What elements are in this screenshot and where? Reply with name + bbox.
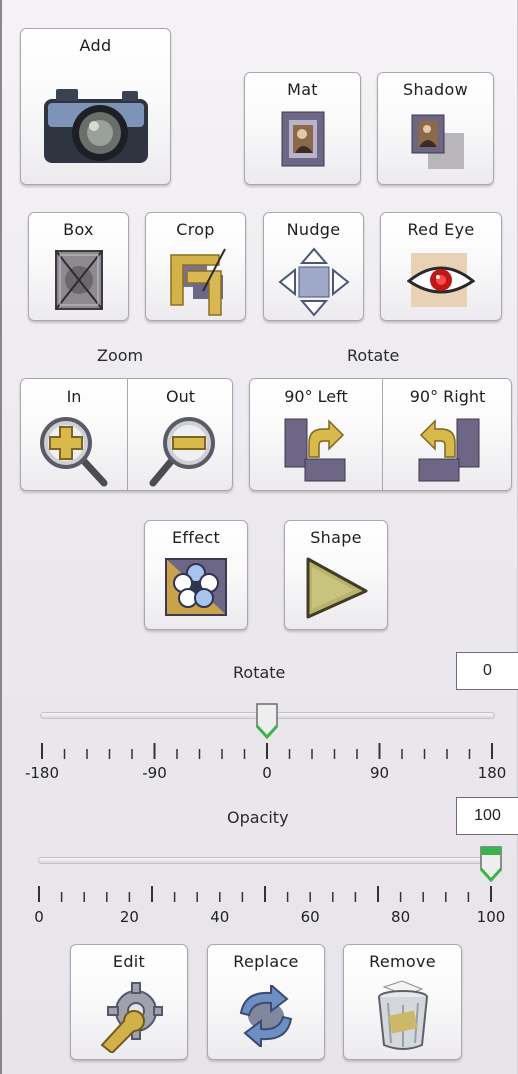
red-eye-icon — [407, 253, 475, 307]
box-frame-icon — [54, 250, 103, 310]
opacity-slider-track[interactable] — [38, 857, 498, 864]
rotate-left-label: 90° Left — [284, 387, 348, 406]
zoom-group-label: Zoom — [97, 346, 144, 365]
add-photo-button[interactable]: Add — [20, 28, 171, 185]
red-eye-button-label: Red Eye — [407, 220, 475, 239]
trash-bin-icon — [377, 980, 428, 1050]
rotate-slider-label: Rotate — [233, 663, 286, 682]
opacity_slider-tick-label: 40 — [210, 908, 230, 926]
zoom-out-button[interactable]: Out — [128, 379, 233, 490]
box-button[interactable]: Box — [28, 212, 129, 321]
triangle-shape-icon — [306, 557, 368, 619]
opacity-slider-label: Opacity — [227, 808, 289, 827]
zoom-out-icon — [149, 417, 215, 487]
crop-icon — [169, 248, 226, 316]
opacity_slider-tick-label: 20 — [119, 908, 139, 926]
shape-button-label: Shape — [310, 528, 362, 547]
mat-frame-icon — [281, 111, 324, 167]
editor-tool-panel: Add Mat Shadow Box Crop Nudge Red Eye Zo… — [0, 0, 518, 1074]
remove-button[interactable]: Remove — [343, 944, 462, 1060]
opacity_slider-tick-label: 0 — [34, 908, 44, 926]
rotate_slider-tick-label: 180 — [477, 764, 507, 782]
rotate_slider-tick-label: 0 — [262, 764, 272, 782]
opacity-slider-ticks — [38, 886, 492, 902]
nudge-button-label: Nudge — [286, 220, 341, 239]
nudge-arrows-icon — [277, 247, 350, 317]
nudge-button[interactable]: Nudge — [263, 212, 364, 321]
effect-button[interactable]: Effect — [144, 520, 248, 630]
mat-button[interactable]: Mat — [244, 72, 361, 185]
zoom-out-label: Out — [165, 387, 195, 406]
zoom-in-icon — [40, 417, 108, 487]
replace-cycle-icon — [239, 985, 293, 1047]
rotate-right-label: 90° Right — [409, 387, 486, 406]
opacity-value-input[interactable] — [456, 797, 518, 835]
rotate-slider-thumb[interactable] — [254, 702, 280, 740]
add-photo-button-label: Add — [79, 36, 112, 55]
opacity_slider-tick-label: 80 — [391, 908, 411, 926]
shape-button[interactable]: Shape — [284, 520, 388, 630]
crop-button-label: Crop — [176, 220, 215, 239]
rotate_slider-tick-label: -90 — [142, 764, 167, 782]
rotate_slider-tick-label: -180 — [24, 764, 60, 782]
edit-button[interactable]: Edit — [70, 944, 188, 1060]
opacity-slider-thumb[interactable] — [478, 845, 504, 883]
rotate-button-group: 90° Left 90° Right — [249, 378, 512, 491]
crop-button[interactable]: Crop — [145, 212, 246, 321]
replace-button-label: Replace — [233, 952, 299, 971]
replace-button[interactable]: Replace — [207, 944, 325, 1060]
rotate-left-icon — [284, 418, 346, 482]
mat-button-label: Mat — [287, 80, 318, 99]
rotate-right-button[interactable]: 90° Right — [383, 379, 512, 490]
effect-button-label: Effect — [171, 528, 221, 547]
opacity_slider-tick-label: 100 — [476, 908, 506, 926]
shadow-button-label: Shadow — [403, 80, 468, 99]
opacity_slider-tick-label: 60 — [300, 908, 320, 926]
rotate-group-label: Rotate — [347, 346, 400, 365]
rotate_slider-tick-label: 90 — [369, 764, 390, 782]
box-button-label: Box — [63, 220, 94, 239]
edit-button-label: Edit — [112, 952, 146, 971]
drop-shadow-icon — [411, 114, 464, 169]
flower-effect-icon — [165, 558, 227, 616]
rotate-slider-ticks — [41, 743, 493, 759]
zoom-in-button[interactable]: In — [21, 379, 127, 490]
camera-icon — [43, 89, 148, 163]
red-eye-button[interactable]: Red Eye — [380, 212, 502, 321]
gear-wrench-icon — [100, 982, 163, 1053]
rotate-right-icon — [418, 418, 479, 482]
zoom-button-group: In Out — [20, 378, 233, 491]
rotate-value-input[interactable] — [456, 652, 518, 690]
remove-button-label: Remove — [369, 952, 436, 971]
shadow-button[interactable]: Shadow — [377, 72, 494, 185]
rotate-left-button[interactable]: 90° Left — [250, 379, 382, 490]
zoom-in-label: In — [66, 387, 82, 406]
